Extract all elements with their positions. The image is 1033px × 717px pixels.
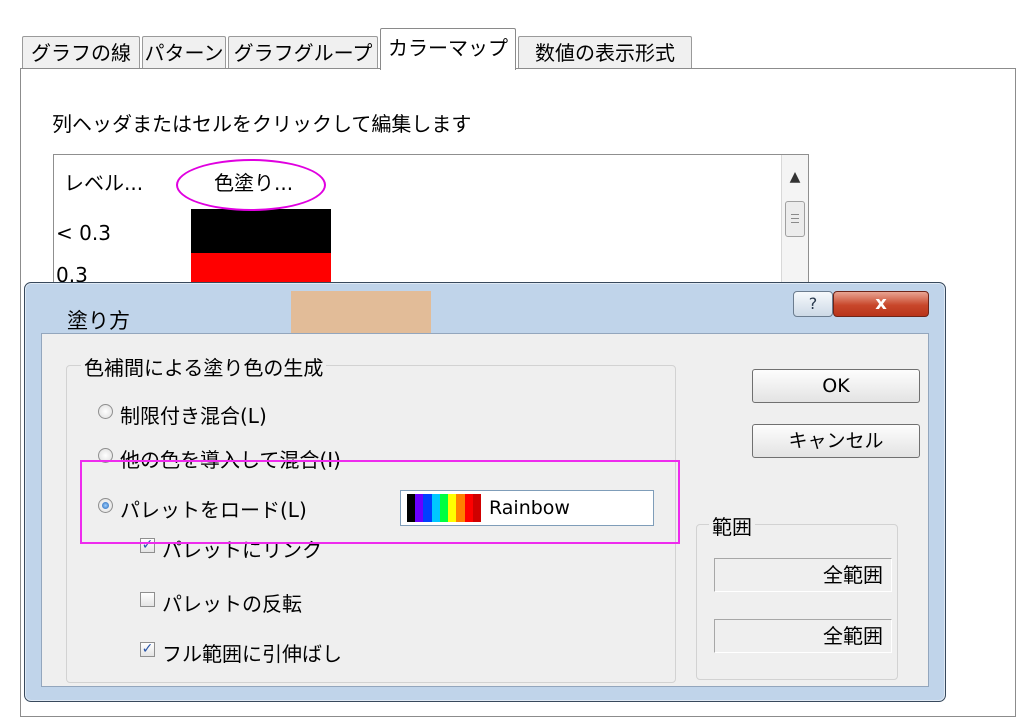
fill-swatch[interactable] <box>191 209 331 253</box>
help-button[interactable]: ? <box>793 291 833 317</box>
radio-label: 制限付き混合(L) <box>120 404 267 428</box>
radio-button-icon[interactable] <box>98 404 113 419</box>
range-to-field[interactable]: 全範囲 <box>714 619 892 653</box>
grid-header: レベル... 色塗り... <box>54 155 808 201</box>
checkbox-checked-icon[interactable]: ✓ <box>140 642 155 657</box>
colormap-grid[interactable]: レベル... 色塗り... < 0.3 0.3 ▲ <box>53 154 809 294</box>
tab-number-format[interactable]: 数値の表示形式 <box>518 36 692 68</box>
tab-pattern[interactable]: パターン <box>142 36 226 68</box>
interpolation-group-title: 色補間による塗り色の生成 <box>81 352 327 381</box>
range-from-field[interactable]: 全範囲 <box>714 558 892 592</box>
tab-graph-lines[interactable]: グラフの線 <box>22 36 140 68</box>
tab-colormap[interactable]: カラーマップ <box>380 28 516 70</box>
cancel-button[interactable]: キャンセル <box>752 424 920 458</box>
dialog-title: 塗り方 <box>67 309 130 333</box>
instruction-text: 列ヘッダまたはセルをクリックして編集します <box>52 112 472 136</box>
highlight-rectangle <box>80 460 680 544</box>
scroll-up-arrow-icon[interactable]: ▲ <box>785 169 805 187</box>
scroll-thumb[interactable] <box>785 201 805 237</box>
highlight-ellipse <box>176 159 326 211</box>
column-header-level[interactable]: レベル... <box>64 167 143 196</box>
checkbox-icon[interactable] <box>140 592 155 607</box>
range-group: 範囲 <box>696 511 898 680</box>
swatch-behind-titlebar <box>291 291 431 333</box>
grid-scrollbar[interactable]: ▲ <box>781 155 808 293</box>
ok-button[interactable]: OK <box>752 369 920 403</box>
checkbox-label: パレットの反転 <box>162 592 302 616</box>
checkbox-label: フル範囲に引伸ばし <box>162 642 342 666</box>
close-button[interactable]: x <box>833 291 929 317</box>
range-group-title: 範囲 <box>709 511 755 540</box>
level-cell[interactable]: < 0.3 <box>56 221 111 245</box>
tab-graph-group[interactable]: グラフグループ <box>228 36 378 68</box>
